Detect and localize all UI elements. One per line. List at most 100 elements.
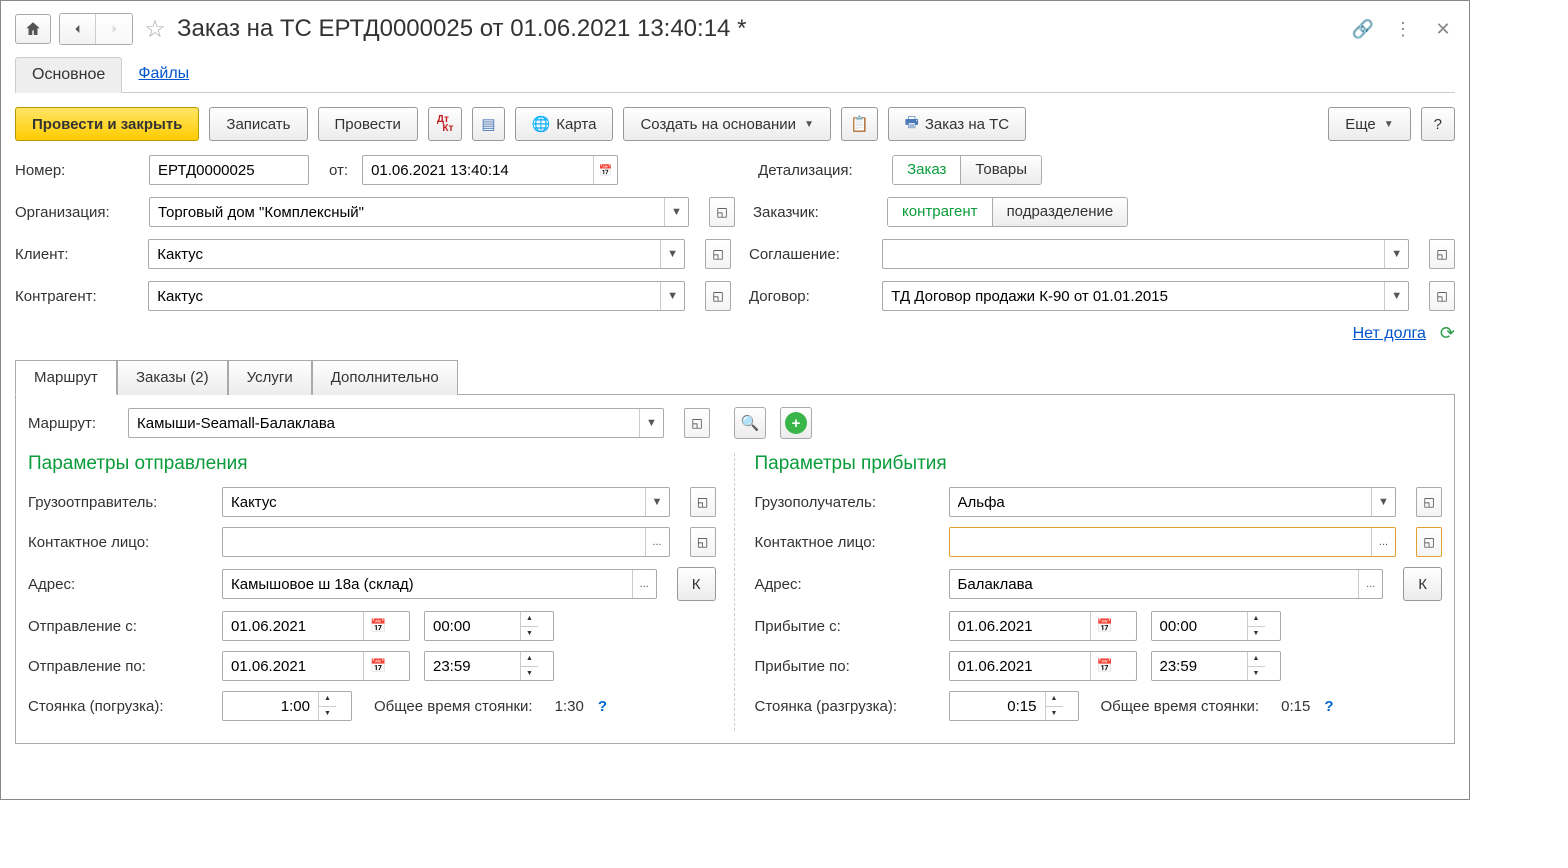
dep-to-time[interactable] [425,652,520,680]
dropdown-icon[interactable]: ▼ [660,282,684,310]
dep-to-date[interactable] [223,652,363,680]
spin-up[interactable]: ▲ [1248,612,1265,627]
client-input[interactable] [149,242,660,267]
spin-down[interactable]: ▼ [1248,667,1265,681]
spin-up[interactable]: ▲ [1248,652,1265,667]
help-button[interactable]: ? [1421,107,1455,141]
no-debt-link[interactable]: Нет долга [1353,325,1426,343]
departure-header: Параметры отправления [28,453,716,475]
post-and-close-button[interactable]: Провести и закрыть [15,107,199,141]
spin-down[interactable]: ▼ [1248,627,1265,641]
report-button[interactable]: ▤ [472,107,504,141]
kebab-menu-icon[interactable]: ⋮ [1391,17,1415,41]
favorite-star-icon[interactable]: ☆ [141,15,169,43]
post-button[interactable]: Провести [318,107,418,141]
nav-tab-files[interactable]: Файлы [122,57,205,92]
dropdown-icon[interactable]: ▼ [660,240,684,268]
dropdown-icon[interactable]: ▼ [639,409,663,437]
tab-route[interactable]: Маршрут [15,360,117,395]
seg-order[interactable]: Заказ [893,156,961,184]
calendar-icon[interactable]: 📅 [1090,652,1120,680]
nav-forward-button[interactable] [96,14,132,44]
agreement-open-button[interactable]: ◱ [1429,239,1455,269]
arr-to-date[interactable] [950,652,1090,680]
close-icon[interactable]: ✕ [1431,17,1455,41]
nav-back-button[interactable] [60,14,96,44]
calendar-icon[interactable]: 📅 [363,612,393,640]
arr-from-time[interactable] [1152,612,1247,640]
contrag-input[interactable] [149,284,660,309]
dep-contact-open-button[interactable]: ◱ [690,527,716,557]
arr-contact-open-button[interactable]: ◱ [1416,527,1442,557]
spin-down[interactable]: ▼ [521,667,538,681]
consignee-open-button[interactable]: ◱ [1416,487,1442,517]
dtkt-button[interactable]: Дт Кт [428,107,463,141]
client-open-button[interactable]: ◱ [705,239,731,269]
help-icon[interactable]: ? [598,698,607,715]
consignee-input[interactable] [950,490,1372,515]
spin-down[interactable]: ▼ [521,627,538,641]
ellipsis-icon[interactable]: ... [1371,528,1395,556]
dep-from-date[interactable] [223,612,363,640]
map-button[interactable]: 🌐Карта [515,107,614,141]
dep-address-input[interactable] [223,572,632,597]
dropdown-icon[interactable]: ▼ [1371,488,1395,516]
dep-contact-input[interactable] [223,530,645,555]
contrag-open-button[interactable]: ◱ [705,281,731,311]
route-search-button[interactable]: 🔍 [734,407,766,439]
seg-goods[interactable]: Товары [961,156,1041,184]
more-button[interactable]: Еще▼ [1328,107,1410,141]
route-input[interactable] [129,411,639,436]
calendar-icon[interactable]: 📅 [593,156,617,184]
chevron-down-icon: ▼ [1384,119,1394,130]
link-icon[interactable]: 🔗 [1351,17,1375,41]
arr-contact-input[interactable] [950,530,1372,555]
spin-up[interactable]: ▲ [521,612,538,627]
arr-k-button[interactable]: К [1403,567,1442,601]
save-button[interactable]: Записать [209,107,307,141]
help-icon[interactable]: ? [1324,698,1333,715]
shipper-input[interactable] [223,490,645,515]
spin-down[interactable]: ▼ [1046,707,1063,721]
spin-up[interactable]: ▲ [521,652,538,667]
order-ts-button[interactable]: 🖶Заказ на ТС [888,107,1026,141]
seg-dept[interactable]: подразделение [993,198,1128,226]
schedule-button[interactable]: 📋 [841,107,878,141]
dropdown-icon[interactable]: ▼ [664,198,688,226]
home-button[interactable] [15,14,51,44]
create-based-button[interactable]: Создать на основании▼ [623,107,831,141]
dropdown-icon[interactable]: ▼ [1384,240,1408,268]
route-open-button[interactable]: ◱ [684,408,710,438]
ellipsis-icon[interactable]: ... [645,528,669,556]
contract-open-button[interactable]: ◱ [1429,281,1455,311]
tab-extra[interactable]: Дополнительно [312,360,458,395]
arr-address-input[interactable] [950,572,1359,597]
shipper-open-button[interactable]: ◱ [690,487,716,517]
tab-services[interactable]: Услуги [228,360,312,395]
agreement-input[interactable] [883,242,1384,267]
arr-from-date[interactable] [950,612,1090,640]
calendar-icon[interactable]: 📅 [1090,612,1120,640]
ellipsis-icon[interactable]: ... [1358,570,1382,598]
org-open-button[interactable]: ◱ [709,197,735,227]
seg-contragent[interactable]: контрагент [888,198,993,226]
calendar-icon[interactable]: 📅 [363,652,393,680]
date-input[interactable] [363,158,593,183]
tab-orders[interactable]: Заказы (2) [117,360,228,395]
spin-down[interactable]: ▼ [319,707,336,721]
route-add-button[interactable]: + [780,407,812,439]
dropdown-icon[interactable]: ▼ [1384,282,1408,310]
ellipsis-icon[interactable]: ... [632,570,656,598]
dropdown-icon[interactable]: ▼ [645,488,669,516]
refresh-icon[interactable]: ⟳ [1440,323,1455,344]
spin-up[interactable]: ▲ [1046,692,1063,707]
org-input[interactable] [150,200,664,225]
contract-input[interactable] [883,284,1384,309]
dep-k-button[interactable]: К [677,567,716,601]
spin-up[interactable]: ▲ [319,692,336,707]
stop-load-input[interactable] [223,692,318,720]
dep-from-time[interactable] [425,612,520,640]
arr-to-time[interactable] [1152,652,1247,680]
nav-tab-main[interactable]: Основное [15,57,122,93]
stop-unload-input[interactable] [950,692,1045,720]
